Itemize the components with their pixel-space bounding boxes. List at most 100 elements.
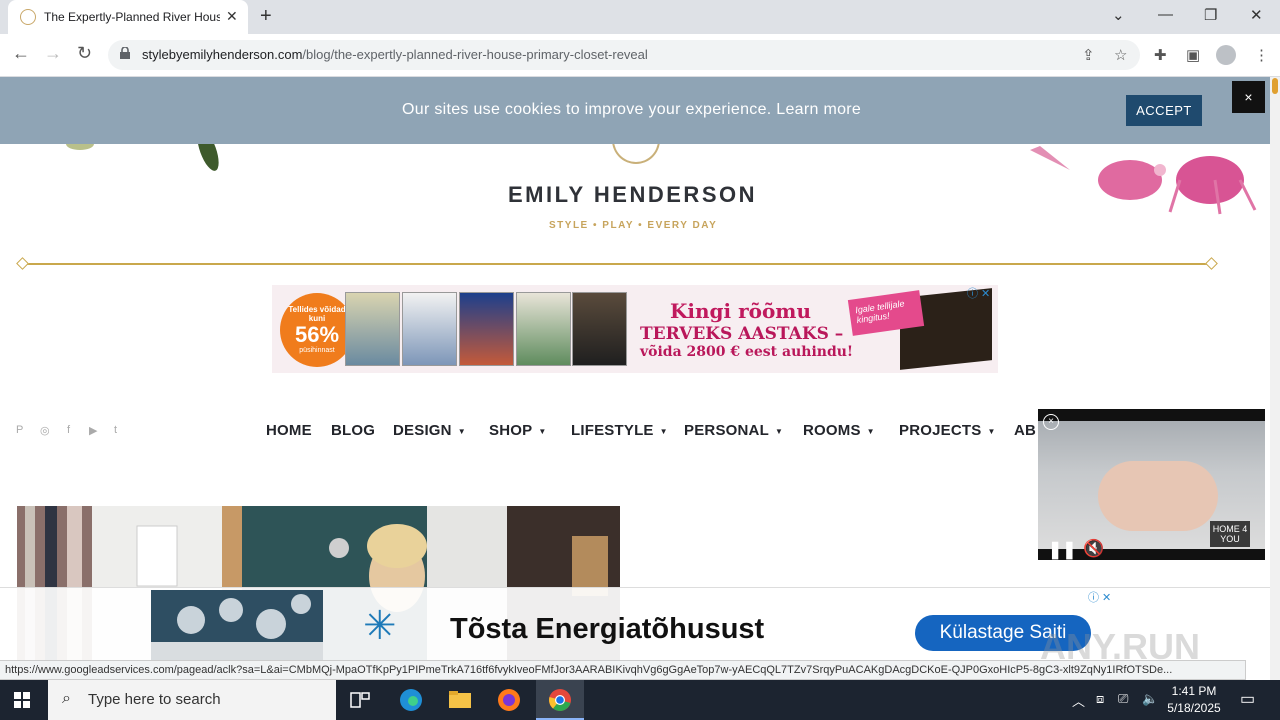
nav-blog[interactable]: BLOG [331,422,375,439]
close-banner-icon[interactable]: × [1232,81,1265,113]
floral-left-decoration [66,138,219,171]
ad-aerial-image [151,590,323,660]
menu-dots-icon[interactable]: ⋮ [1254,46,1269,64]
youtube-icon[interactable]: ▶ [89,424,97,437]
energy-logo-icon: ✳ [363,604,397,648]
chevron-down-icon: ▼ [538,426,547,436]
nav-shop[interactable]: SHOP ▼ [489,422,546,439]
nav-label: ROOMS [803,422,861,439]
page-scrollbar[interactable] [1270,77,1280,680]
url-host: stylebyemilyhenderson.com [142,47,303,62]
brand-tagline: STYLE • PLAY • EVERY DAY [549,220,718,231]
facebook-icon[interactable]: f [67,424,70,436]
nav-design[interactable]: DESIGN ▼ [393,422,466,439]
new-tab-icon[interactable]: + [260,5,272,28]
browser-tab[interactable]: The Expertly-Planned River House ✕ [8,0,248,34]
magazine-cover [402,292,457,366]
nav-projects[interactable]: PROJECTS ▼ [899,422,996,439]
show-hidden-icons-icon[interactable]: ︿ [1072,691,1085,710]
chrome-taskbar-button[interactable] [536,680,584,720]
nav-rooms[interactable]: ROOMS ▼ [803,422,875,439]
nav-label: BLOG [331,422,376,439]
volume-icon[interactable]: 🔈 [1142,691,1158,707]
back-icon[interactable]: ← [12,43,30,64]
firefox-icon[interactable] [497,688,521,712]
status-bar-url: https://www.googleadservices.com/pagead/… [0,660,1246,680]
site-favicon-icon [20,9,36,25]
extensions-icon[interactable]: ✚ [1154,46,1167,64]
side-panel-icon[interactable]: ▣ [1186,46,1200,64]
tab-search-icon[interactable]: ⌄ [1112,6,1125,24]
minimize-icon[interactable]: — [1158,6,1173,23]
pinterest-icon[interactable]: P [16,424,23,436]
windows-start-icon[interactable] [14,692,30,708]
ad-info-close-icon[interactable]: ⓘ ✕ [967,285,990,301]
cookie-banner: Our sites use cookies to improve your ex… [0,77,1270,144]
discount-badge: Tellides võidad kuni 56% püsihinnast [280,293,354,367]
magazine-cover [459,292,514,366]
taskbar-search-box[interactable]: ⌕ Type here to search [48,680,336,720]
tab-strip: The Expertly-Planned River House ✕ + ⌄ —… [0,0,1280,34]
meet-now-icon[interactable]: ⧈ [1096,691,1104,707]
ad-headline: Tõsta Energiatõhusust [450,613,765,645]
close-video-icon[interactable]: × [1043,414,1059,430]
clock-date: 5/18/2025 [1167,701,1221,715]
file-explorer-icon[interactable] [448,688,472,712]
ad-info-close-icon[interactable]: ⓘ ✕ [1088,589,1111,605]
floating-video-player[interactable]: HOME 4 YOU ❚❚ 🔇 × [1038,409,1265,560]
nav-label: PROJECTS [899,422,982,439]
nav-about[interactable]: AB [1014,422,1036,439]
lock-icon [120,47,130,59]
nav-lifestyle[interactable]: LIFESTYLE ▼ [571,422,668,439]
gold-divider [22,263,1212,265]
nav-label: DESIGN [393,422,452,439]
chevron-down-icon: ▼ [774,426,784,436]
profile-avatar-icon[interactable] [1216,45,1236,65]
cookie-message[interactable]: Our sites use cookies to improve your ex… [402,101,861,119]
nav-personal[interactable]: PERSONAL ▼ [684,422,783,439]
video-hand-image [1098,461,1218,531]
edge-icon[interactable] [399,688,423,712]
scrollbar-thumb[interactable] [1272,78,1278,94]
web-page: EMILY HENDERSON STYLE • PLAY • EVERY DAY… [0,77,1270,680]
video-frame: HOME 4 YOU ❚❚ 🔇 [1038,421,1265,559]
nav-label: SHOP [489,422,533,439]
url-text: stylebyemilyhenderson.com/blog/the-exper… [142,47,648,62]
search-icon: ⌕ [62,690,71,707]
ad-subline-1: TERVEKS AASTAKS – [640,324,844,344]
restore-icon[interactable]: ❐ [1204,6,1217,24]
nav-home[interactable]: HOME [266,422,312,439]
bookmark-star-icon[interactable]: ☆ [1114,46,1127,64]
nav-label: HOME [266,422,312,439]
pause-icon[interactable]: ❚❚ [1048,540,1077,560]
chevron-down-icon: ▼ [987,426,996,436]
video-channel-logo: HOME 4 YOU [1210,521,1250,547]
task-view-icon[interactable] [348,688,372,712]
twitter-icon[interactable]: t [114,424,117,436]
brand-name[interactable]: EMILY HENDERSON [508,182,757,208]
close-tab-icon[interactable]: ✕ [226,8,238,25]
nav-label: LIFESTYLE [571,422,654,439]
nav-label: PERSONAL [684,422,769,439]
mute-icon[interactable]: 🔇 [1083,539,1104,559]
network-icon[interactable]: ⎚ [1118,691,1128,707]
floral-right-decoration [1030,146,1257,215]
clock-time: 1:41 PM [1171,684,1217,698]
forward-icon[interactable]: → [44,43,62,64]
tab-title: The Expertly-Planned River House [44,10,220,24]
taskbar-clock[interactable]: 1:41 PM 5/18/2025 [1162,683,1226,717]
notifications-icon[interactable]: ▭ [1240,689,1255,709]
accept-cookies-button[interactable]: ACCEPT [1126,95,1202,126]
ad-subline-2: võida 2800 € eest auhindu! [640,344,854,360]
badge-line3: püsihinnast [299,347,335,354]
chevron-down-icon: ▼ [866,426,875,436]
instagram-icon[interactable]: ◎ [40,424,50,437]
reload-icon[interactable]: ↻ [77,43,92,64]
share-icon[interactable]: ⇪ [1082,46,1095,64]
close-window-icon[interactable]: ✕ [1250,6,1263,24]
address-bar[interactable]: stylebyemilyhenderson.com/blog/the-exper… [108,40,1140,70]
magazine-cover [516,292,571,366]
top-banner-ad[interactable]: Tellides võidad kuni 56% püsihinnast Kin… [272,285,998,373]
search-placeholder: Type here to search [88,691,221,708]
browser-toolbar: ← → ↻ stylebyemilyhenderson.com/blog/the… [0,34,1280,77]
